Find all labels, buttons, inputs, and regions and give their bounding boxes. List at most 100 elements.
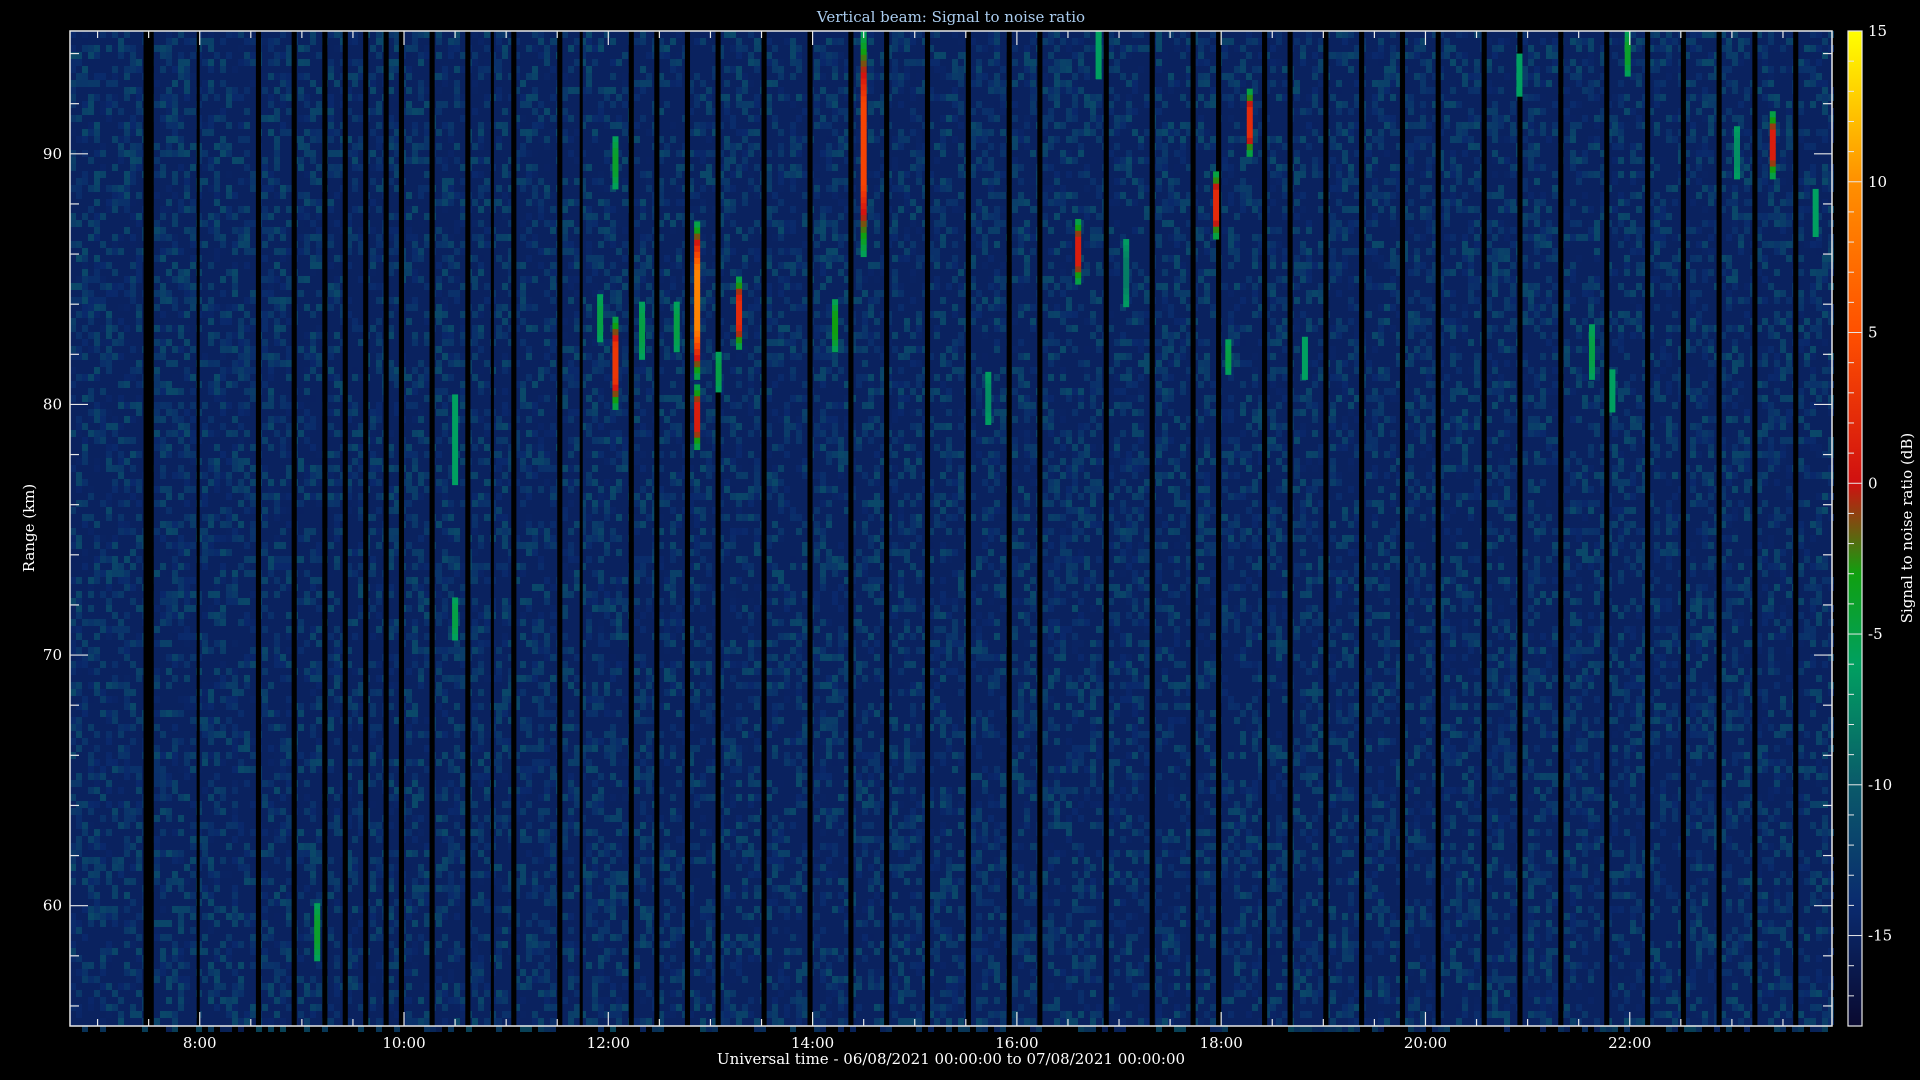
heatmap-cell	[370, 829, 376, 836]
heatmap-cell	[436, 570, 442, 577]
heatmap-cell	[280, 255, 286, 262]
heatmap-cell	[334, 703, 340, 710]
heatmap-cell	[262, 381, 268, 388]
heatmap-cell	[472, 283, 478, 290]
heatmap-cell	[208, 1011, 214, 1018]
heatmap-cell	[274, 262, 280, 269]
heatmap-cell	[250, 556, 256, 563]
heatmap-cell	[130, 815, 136, 822]
heatmap-cell	[532, 941, 538, 948]
heatmap-cell	[352, 185, 358, 192]
heatmap-cell	[100, 262, 106, 269]
heatmap-cell	[310, 871, 316, 878]
heatmap-cell	[370, 822, 376, 829]
heatmap-cell	[262, 801, 268, 808]
heatmap-cell	[88, 577, 94, 584]
heatmap-cell	[280, 269, 286, 276]
heatmap-cell	[520, 143, 526, 150]
heatmap-cell	[304, 920, 310, 927]
heatmap-cell	[496, 437, 502, 444]
heatmap-cell	[214, 920, 220, 927]
heatmap-cell	[268, 45, 274, 52]
heatmap-cell	[220, 1018, 226, 1025]
heatmap-cell	[520, 304, 526, 311]
heatmap-cell	[448, 45, 454, 52]
heatmap-cell	[112, 857, 118, 864]
heatmap-cell	[304, 45, 310, 52]
heatmap-cell	[436, 143, 442, 150]
heatmap-cell	[130, 465, 136, 472]
heatmap-cell	[190, 486, 196, 493]
heatmap-cell	[376, 689, 382, 696]
heatmap-cell	[472, 626, 478, 633]
heatmap-cell	[106, 752, 112, 759]
heatmap-cell	[70, 738, 76, 745]
heatmap-cell	[214, 1004, 220, 1011]
heatmap-cell	[118, 570, 124, 577]
heatmap-cell	[520, 297, 526, 304]
heatmap-cell	[448, 766, 454, 773]
heatmap-cell	[244, 430, 250, 437]
heatmap-cell	[412, 948, 418, 955]
heatmap-cell	[334, 556, 340, 563]
heatmap-cell	[268, 990, 274, 997]
heatmap-cell	[88, 318, 94, 325]
heatmap-cell	[502, 514, 508, 521]
heatmap-cell	[526, 199, 532, 206]
heatmap-cell	[172, 409, 178, 416]
heatmap-cell	[502, 472, 508, 479]
heatmap-cell	[112, 31, 118, 38]
heatmap-cell	[82, 556, 88, 563]
heatmap-cell	[328, 115, 334, 122]
heatmap-cell	[406, 983, 412, 990]
heatmap-cell	[244, 731, 250, 738]
heatmap-cell	[454, 360, 460, 367]
heatmap-cell	[286, 94, 292, 101]
heatmap-cell	[82, 696, 88, 703]
heatmap-cell	[238, 206, 244, 213]
heatmap-cell	[70, 465, 76, 472]
heatmap-cell	[334, 808, 340, 815]
heatmap-cell	[262, 339, 268, 346]
heatmap-cell	[88, 45, 94, 52]
heatmap-cell	[316, 605, 322, 612]
heatmap-cell	[526, 801, 532, 808]
heatmap-cell	[406, 738, 412, 745]
heatmap-cell	[262, 423, 268, 430]
heatmap-cell	[496, 822, 502, 829]
heatmap-cell	[328, 59, 334, 66]
heatmap-cell	[418, 276, 424, 283]
heatmap-cell	[526, 402, 532, 409]
heatmap-cell	[184, 598, 190, 605]
heatmap-cell	[202, 87, 208, 94]
heatmap-cell	[172, 521, 178, 528]
heatmap-cell	[520, 857, 526, 864]
heatmap-cell	[532, 241, 538, 248]
heatmap-cell	[526, 171, 532, 178]
heatmap-cell	[76, 577, 82, 584]
heatmap-cell	[460, 395, 466, 402]
heatmap-cell	[280, 339, 286, 346]
heatmap-cell	[448, 276, 454, 283]
heatmap-cell	[412, 773, 418, 780]
heatmap-cell	[310, 346, 316, 353]
heatmap-cell	[286, 710, 292, 717]
heatmap-cell	[388, 584, 394, 591]
heatmap-cell	[424, 647, 430, 654]
heatmap-cell	[208, 381, 214, 388]
heatmap-cell	[418, 675, 424, 682]
heatmap-cell	[124, 745, 130, 752]
heatmap-cell	[454, 815, 460, 822]
heatmap-cell	[166, 52, 172, 59]
heatmap-cell	[406, 703, 412, 710]
heatmap-cell	[352, 703, 358, 710]
heatmap-cell	[250, 941, 256, 948]
heatmap-cell	[250, 801, 256, 808]
heatmap-cell	[286, 584, 292, 591]
heatmap-cell	[274, 108, 280, 115]
heatmap-cell	[172, 360, 178, 367]
heatmap-cell	[268, 234, 274, 241]
heatmap-cell	[178, 59, 184, 66]
heatmap-cell	[238, 500, 244, 507]
heatmap-cell	[406, 696, 412, 703]
